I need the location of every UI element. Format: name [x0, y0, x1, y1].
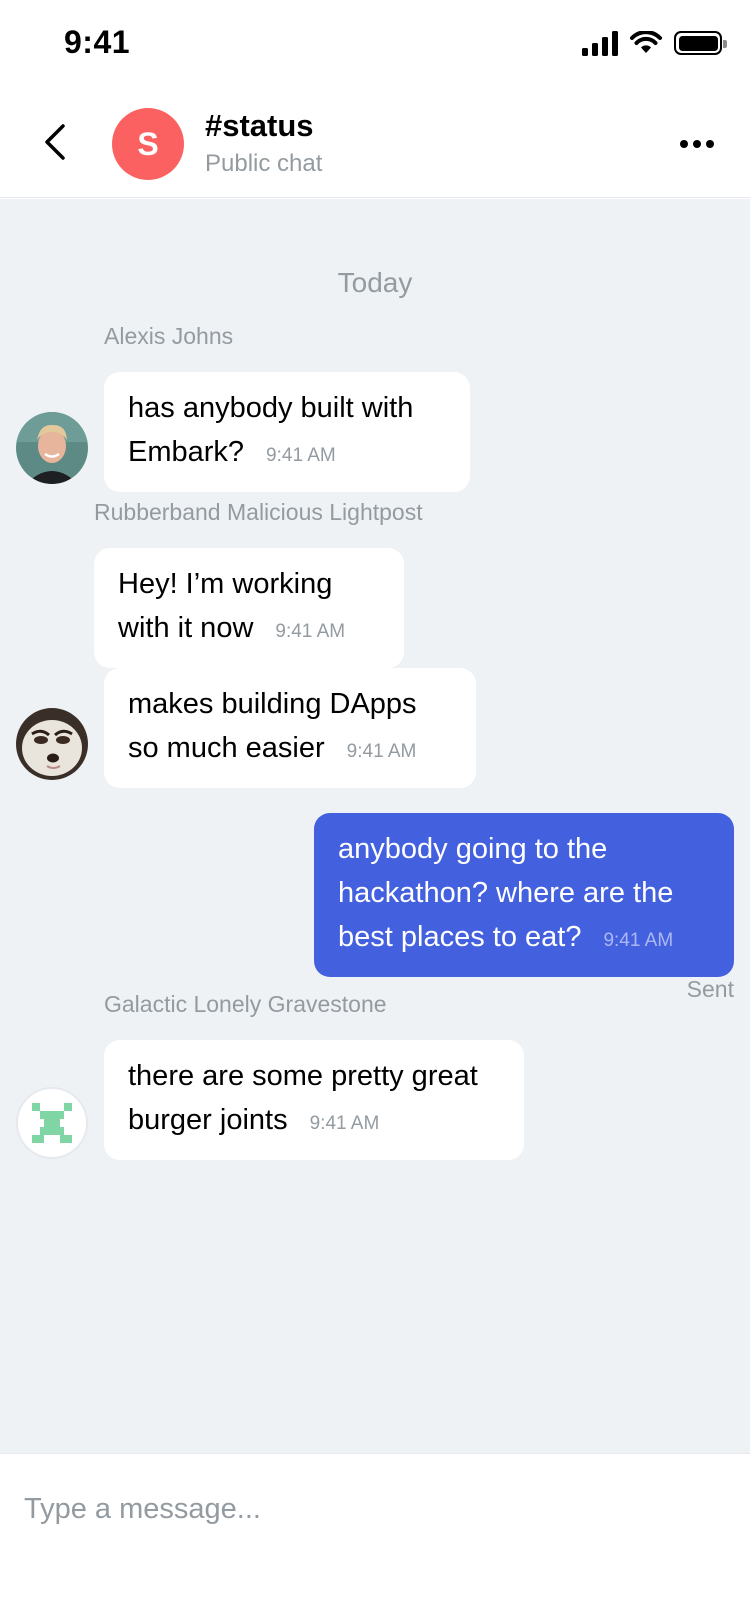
sender-name: Rubberband Malicious Lightpost — [94, 499, 423, 525]
identicon-icon — [32, 1103, 72, 1143]
more-options-button[interactable] — [672, 122, 722, 166]
message-bubble[interactable]: makes building DApps so much easier 9:41 … — [104, 668, 476, 788]
message-time: 9:41 AM — [275, 621, 346, 642]
battery-icon — [674, 31, 727, 55]
chevron-left-icon — [45, 124, 65, 160]
chat-screen: 9:41 S #status Public chat Today Alexis … — [0, 0, 750, 1624]
message-time: 9:41 AM — [309, 1113, 380, 1134]
status-bar: 9:41 — [0, 0, 750, 90]
sender-name: Alexis Johns — [104, 323, 234, 349]
message-status: Sent — [686, 976, 734, 1002]
message-input[interactable] — [24, 1474, 724, 1544]
more-dot-icon — [680, 140, 688, 148]
avatar-alexis-johns[interactable] — [16, 412, 88, 484]
message-time: 9:41 AM — [603, 930, 674, 951]
message-text: there are some pretty great burger joint… — [128, 1060, 478, 1136]
cellular-signal-icon — [582, 30, 618, 56]
message-time: 9:41 AM — [266, 445, 336, 466]
chat-header: S #status Public chat — [0, 90, 750, 198]
message-bubble[interactable]: Hey! I’m working with it now 9:41 AM — [94, 548, 404, 668]
more-dot-icon — [706, 140, 714, 148]
dog-photo-icon — [16, 708, 88, 780]
status-time: 9:41 — [64, 24, 131, 60]
more-dot-icon — [693, 140, 701, 148]
sender-name: Galactic Lonely Gravestone — [104, 991, 387, 1017]
channel-avatar[interactable]: S — [112, 108, 184, 180]
channel-subtitle: Public chat — [205, 150, 323, 177]
message-list[interactable]: Today Alexis Johns has anybody built wit… — [0, 199, 750, 1453]
channel-title[interactable]: #status — [205, 108, 314, 144]
message-composer — [0, 1453, 750, 1624]
message-bubble[interactable]: there are some pretty great burger joint… — [104, 1040, 524, 1160]
date-divider: Today — [337, 267, 413, 298]
avatar-rubberband-malicious-lightpost[interactable] — [16, 708, 88, 780]
message-time: 9:41 AM — [346, 741, 417, 762]
outgoing-message-bubble[interactable]: anybody going to the hackathon? where ar… — [314, 813, 734, 977]
message-bubble[interactable]: has anybody built with Embark? 9:41 AM — [104, 372, 470, 492]
status-icons — [582, 30, 727, 56]
avatar-galactic-lonely-gravestone[interactable] — [16, 1087, 88, 1159]
user-photo-icon — [16, 412, 88, 484]
back-button[interactable] — [30, 112, 80, 172]
wifi-icon — [630, 31, 662, 53]
